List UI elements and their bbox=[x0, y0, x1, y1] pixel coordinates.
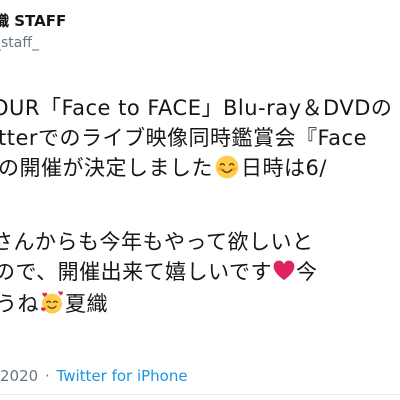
smiling-face-emoji-icon bbox=[215, 155, 239, 179]
user-handle[interactable]: _staff_ bbox=[0, 35, 39, 51]
tweet-line-3-text: の開催が決定しました bbox=[0, 156, 213, 180]
tweet-header: 織 STAFF _staff_ bbox=[0, 0, 400, 51]
tweet-date[interactable]: 2020 bbox=[0, 367, 38, 385]
tweet-line-5: ので、開催出来て嬉しいです 今 bbox=[0, 256, 318, 286]
tweet-line-3-date: 日時は6/ bbox=[241, 156, 327, 180]
red-heart-emoji-icon bbox=[273, 260, 295, 281]
tweet-line-2: tterでのライブ映像同時鑑賞会『Face bbox=[0, 126, 368, 150]
tweet-line-5-text: ので、開催出来て嬉しいです bbox=[0, 260, 273, 284]
tweet-line-1: OUR「Face to FACE」Blu-ray＆DVDの bbox=[0, 96, 393, 120]
tweet-line-6: うね 夏織 bbox=[0, 288, 108, 318]
tweet-line-6-text: うね bbox=[0, 292, 39, 316]
meta-separator: · bbox=[44, 367, 50, 385]
divider bbox=[0, 394, 400, 395]
tweet-line-3: の開催が決定しました 日時は6/ bbox=[0, 152, 327, 182]
tweet-line-5-tail: 今 bbox=[296, 260, 318, 284]
tweet-source-link[interactable]: Twitter for iPhone bbox=[57, 367, 188, 385]
tweet-signature: 夏織 bbox=[65, 292, 108, 316]
tweet-meta: 2020 · Twitter for iPhone bbox=[0, 367, 188, 385]
display-name[interactable]: 織 STAFF bbox=[0, 10, 66, 31]
tweet-line-4: さんからも今年もやって欲しいと bbox=[0, 230, 314, 254]
smiling-face-with-hearts-emoji-icon bbox=[40, 291, 64, 314]
